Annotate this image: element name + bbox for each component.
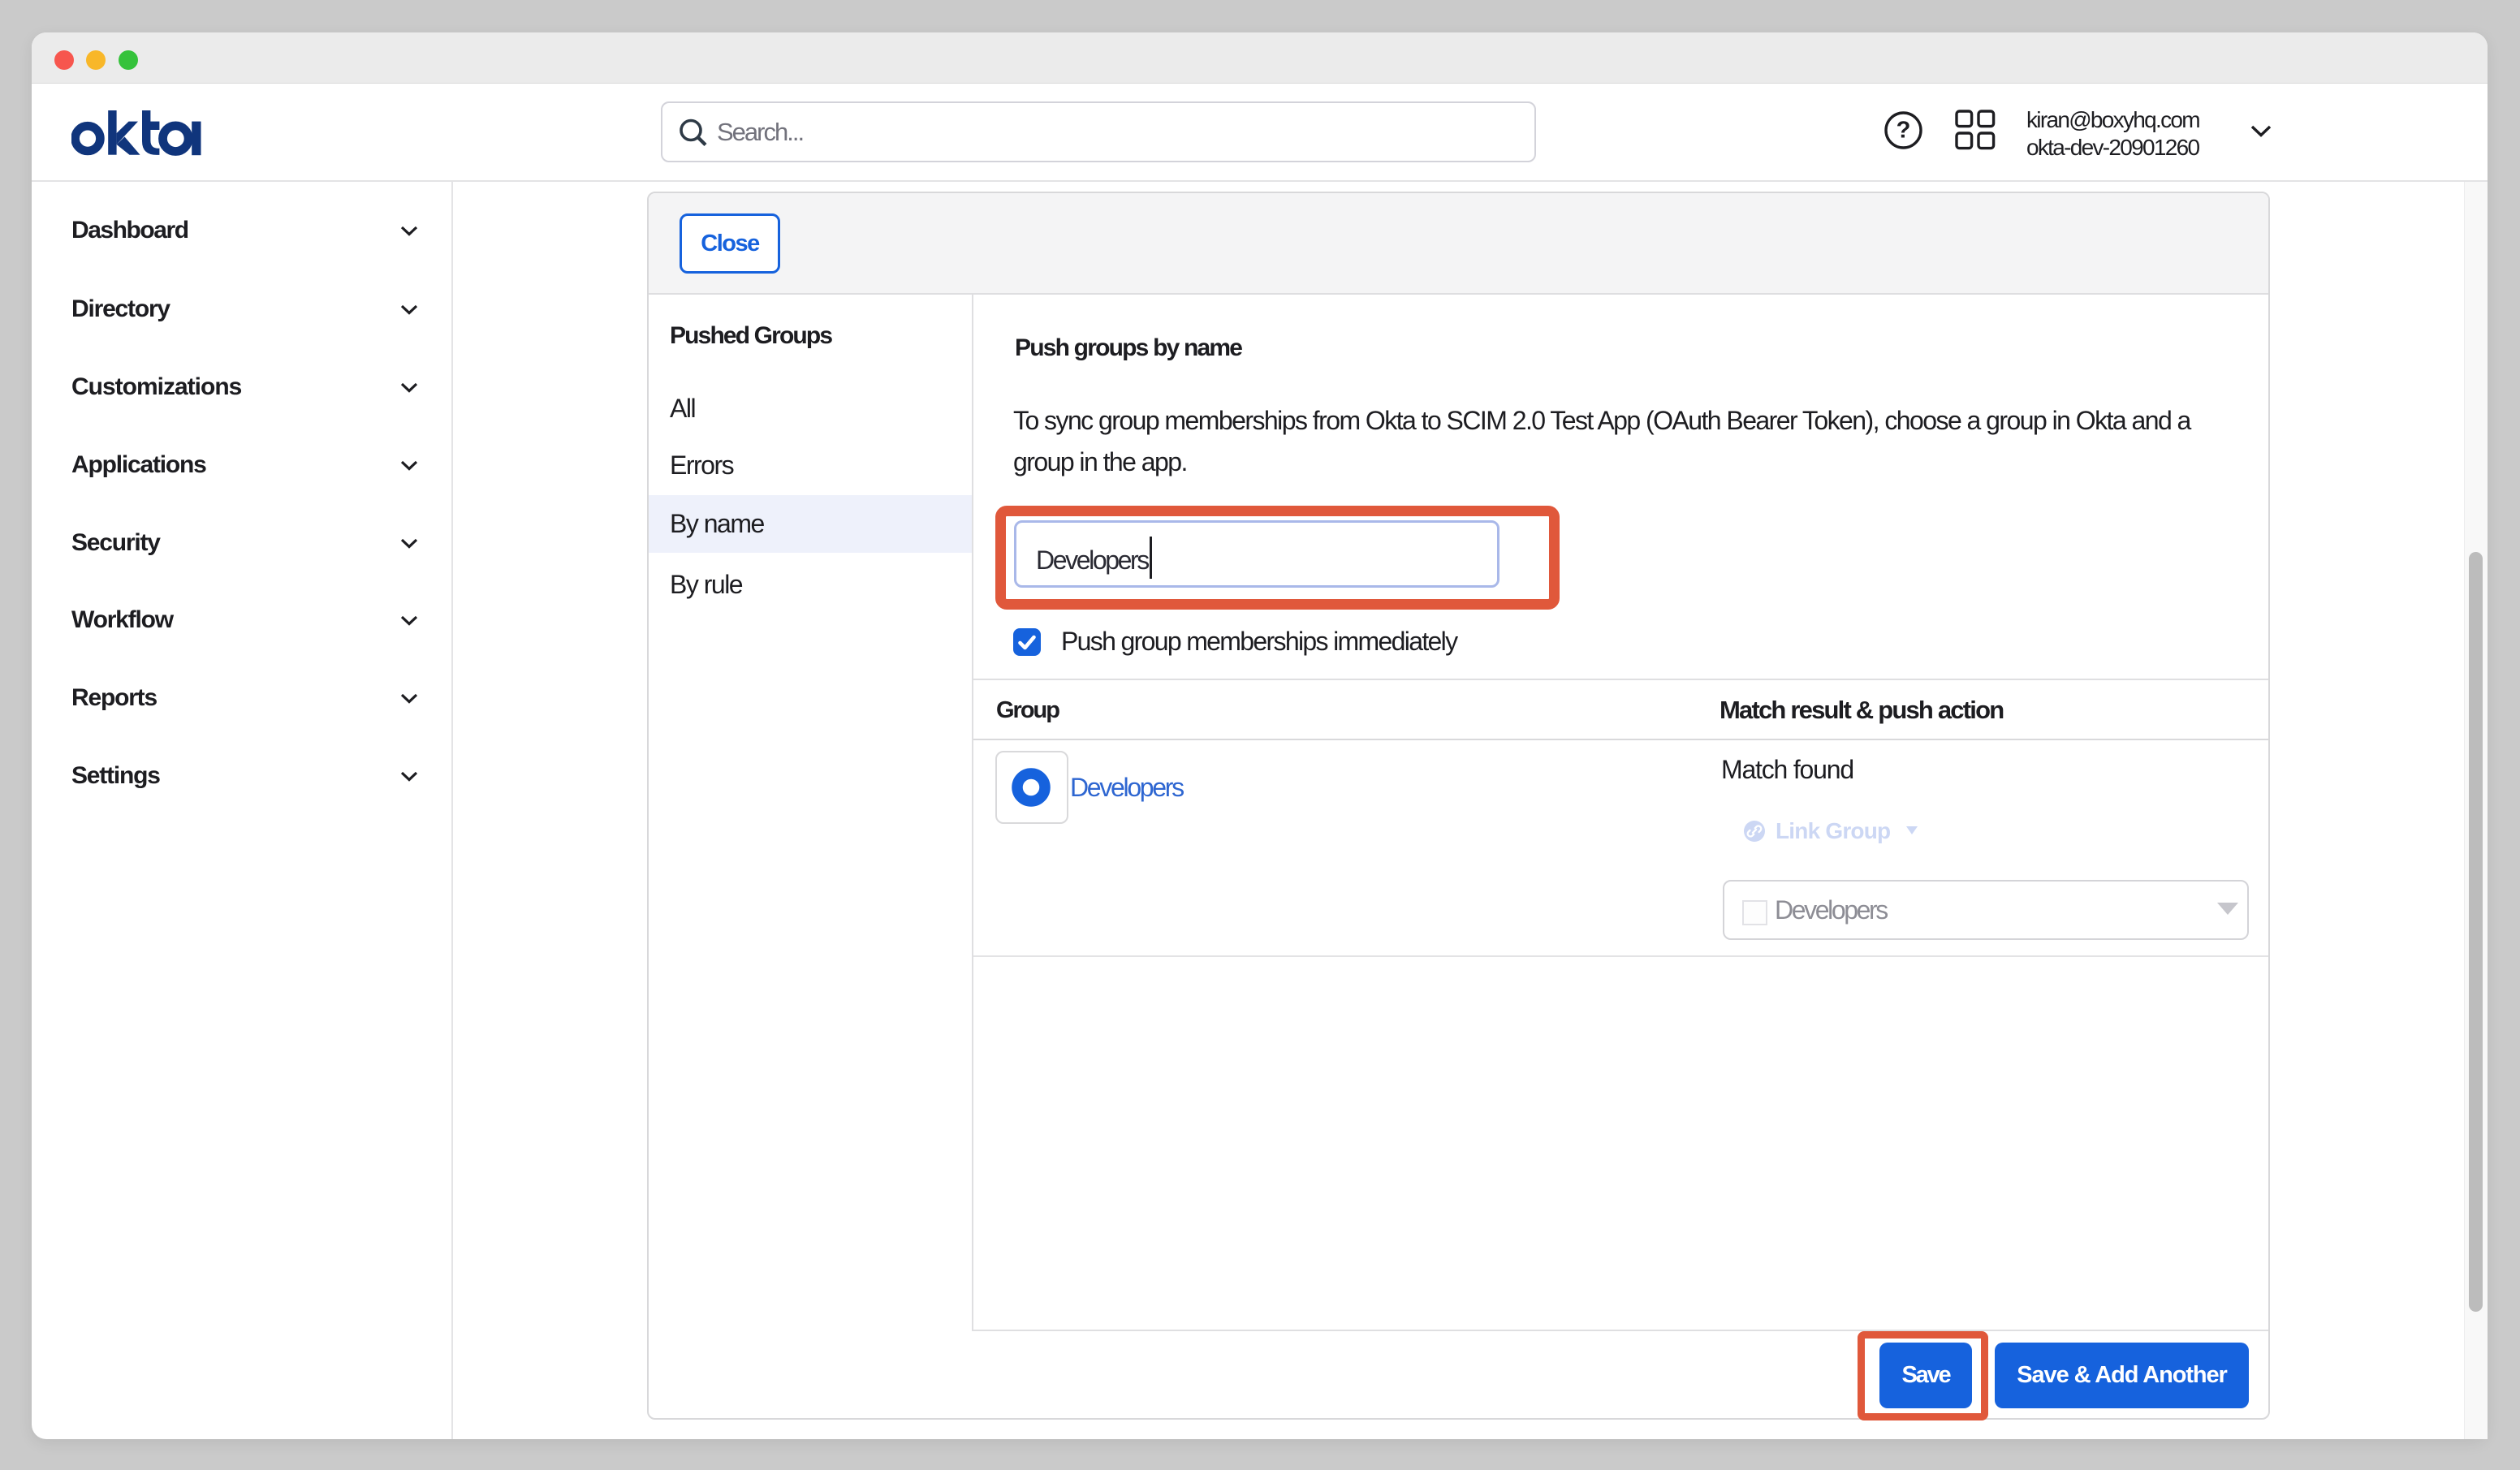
svg-text:?: ? xyxy=(1896,118,1911,144)
